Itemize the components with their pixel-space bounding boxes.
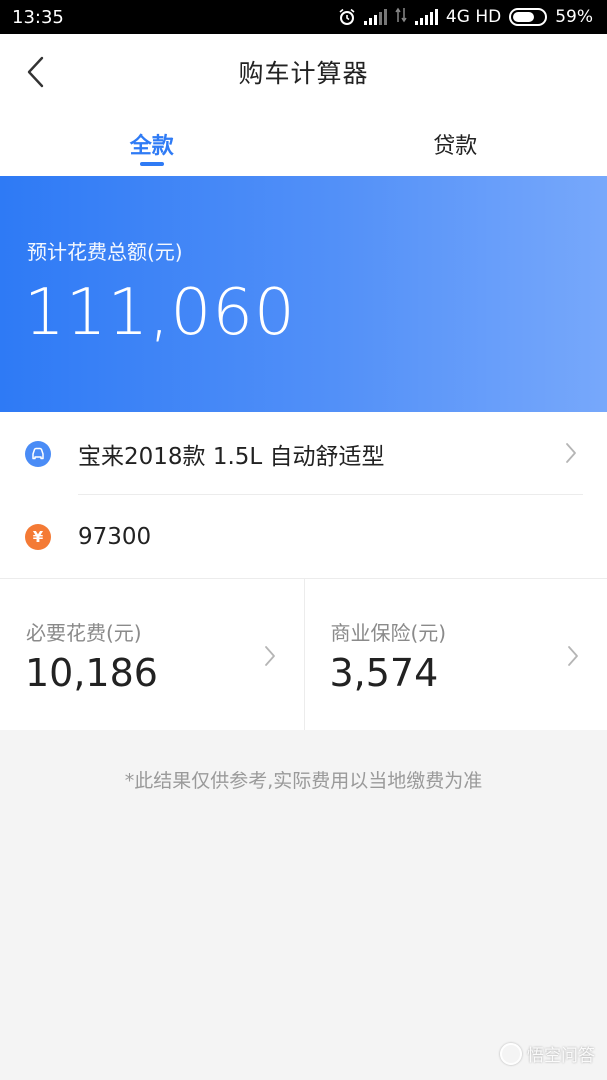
alarm-icon xyxy=(338,8,356,26)
data-arrows-icon xyxy=(395,7,407,28)
yen-icon: ¥ xyxy=(25,523,51,550)
commercial-insurance-label: 商业保险(元) xyxy=(330,621,447,645)
watermark: 悟空问答 xyxy=(500,1041,595,1066)
tab-loan[interactable]: 贷款 xyxy=(304,110,607,176)
battery-icon xyxy=(509,8,548,26)
total-cost-banner: 预计花费总额(元) 111,060 xyxy=(0,176,607,412)
necessary-cost-card[interactable]: 必要花费(元) 10,186 xyxy=(0,579,304,730)
page-title: 购车计算器 xyxy=(238,59,369,88)
chevron-left-icon xyxy=(27,56,44,88)
cost-breakdown: 必要花费(元) 10,186 商业保险(元) 3,574 xyxy=(0,578,607,730)
tab-bar: 全款 贷款 xyxy=(0,110,607,176)
necessary-cost-label: 必要花费(元) xyxy=(26,621,142,645)
signal-icon xyxy=(363,9,387,25)
disclaimer-note: *此结果仅供参考,实际费用以当地缴费为准 xyxy=(124,770,483,792)
commercial-insurance-card[interactable]: 商业保险(元) 3,574 xyxy=(303,579,607,730)
tab-full-payment[interactable]: 全款 xyxy=(0,110,304,176)
status-bar: 13:35 4G HD 59% xyxy=(0,0,607,34)
wukong-logo-icon xyxy=(500,1042,522,1065)
tab-label: 贷款 xyxy=(433,134,478,159)
commercial-insurance-value: 3,574 xyxy=(329,651,439,695)
signal-icon xyxy=(414,9,438,25)
battery-level: 59% xyxy=(555,7,593,27)
watermark-text: 悟空问答 xyxy=(527,1046,595,1066)
car-icon xyxy=(25,440,51,467)
status-icons: 4G HD 59% xyxy=(338,7,593,28)
car-model-name: 宝来2018款 1.5L 自动舒适型 xyxy=(78,443,385,470)
total-cost-label: 预计花费总额(元) xyxy=(27,240,183,264)
tab-indicator xyxy=(139,162,164,166)
nav-bar: 购车计算器 xyxy=(0,34,607,110)
tab-label: 全款 xyxy=(129,134,174,159)
necessary-cost-value: 10,186 xyxy=(25,651,158,695)
car-model-selector[interactable]: 宝来2018款 1.5L 自动舒适型 xyxy=(0,412,607,495)
status-time: 13:35 xyxy=(12,6,64,28)
chevron-right-icon xyxy=(566,443,576,463)
chevron-right-icon xyxy=(568,646,578,666)
back-button[interactable] xyxy=(18,54,54,90)
chevron-right-icon xyxy=(264,646,275,666)
car-price-field[interactable]: ¥ 97300 xyxy=(0,495,607,578)
total-cost-amount: 111,060 xyxy=(24,276,296,350)
car-price-value: 97300 xyxy=(78,523,152,550)
network-type: 4G HD xyxy=(445,7,502,27)
